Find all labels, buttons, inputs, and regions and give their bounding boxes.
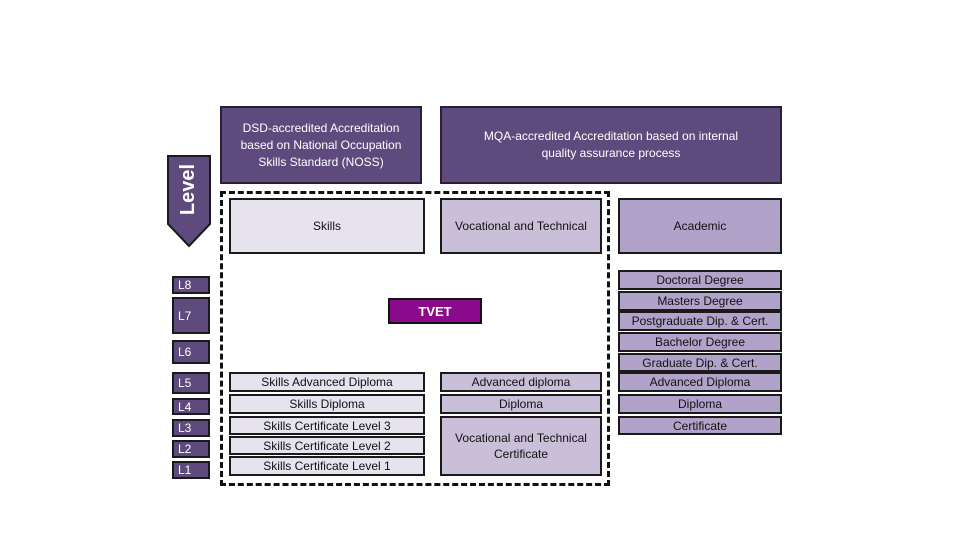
academic-item-label: Bachelor Degree <box>654 335 746 349</box>
level-label: L2 <box>178 442 192 456</box>
mqa-header-text: MQA-accredited Accreditation based on in… <box>483 129 739 160</box>
mqa-header: MQA-accredited Accreditation based on in… <box>440 106 782 184</box>
level-label: L3 <box>178 421 192 435</box>
level-label: L6 <box>178 345 192 359</box>
category-academic: Academic <box>618 198 782 254</box>
skills-item-label: Skills Advanced Diploma <box>261 375 393 389</box>
vocational-item: Diploma <box>440 394 602 414</box>
vocational-item: Advanced diploma <box>440 372 602 392</box>
level-l2: L2 <box>172 440 210 458</box>
level-l5: L5 <box>172 372 210 394</box>
skills-item: Skills Certificate Level 1 <box>229 456 425 476</box>
tvet-label-box: TVET <box>388 298 482 324</box>
academic-item: Certificate <box>618 416 782 435</box>
tvet-label: TVET <box>418 303 452 319</box>
level-label: L4 <box>178 399 192 414</box>
skills-item-label: Skills Certificate Level 2 <box>263 438 391 453</box>
vocational-item-label: Diploma <box>498 397 543 411</box>
academic-item: Postgraduate Dip. & Cert. <box>618 311 782 331</box>
skills-item-label: Skills Diploma <box>289 397 365 411</box>
academic-item-label: Diploma <box>677 397 722 411</box>
dsd-header: DSD-accredited Accreditation based on Na… <box>220 106 422 184</box>
level-label: L5 <box>178 376 192 390</box>
level-arrow: Level <box>166 154 212 224</box>
academic-item: Graduate Dip. & Cert. <box>618 353 782 372</box>
level-l6: L6 <box>172 340 210 364</box>
skills-item: Skills Certificate Level 3 <box>229 416 425 435</box>
category-skills-label: Skills <box>312 219 341 233</box>
academic-item: Doctoral Degree <box>618 270 782 290</box>
category-vocational-label: Vocational and Technical <box>455 219 587 233</box>
level-l4: L4 <box>172 398 210 415</box>
academic-item-label: Advanced Diploma <box>649 375 751 389</box>
skills-item: Skills Certificate Level 2 <box>229 436 425 455</box>
skills-item: Skills Advanced Diploma <box>229 372 425 392</box>
level-l3: L3 <box>172 419 210 437</box>
academic-item-label: Graduate Dip. & Cert. <box>642 355 758 370</box>
level-l7: L7 <box>172 297 210 334</box>
academic-item: Masters Degree <box>618 291 782 311</box>
level-arrow-label: Level <box>177 163 200 215</box>
level-l8: L8 <box>172 276 210 294</box>
skills-item-label: Skills Certificate Level 1 <box>263 459 391 473</box>
category-skills: Skills <box>229 198 425 254</box>
level-l1: L1 <box>172 461 210 479</box>
dsd-header-text: DSD-accredited Accreditation based on Na… <box>240 120 402 169</box>
academic-item-label: Doctoral Degree <box>656 273 744 287</box>
skills-item-label: Skills Certificate Level 3 <box>263 418 391 433</box>
academic-item: Bachelor Degree <box>618 332 782 352</box>
category-vocational: Vocational and Technical <box>440 198 602 254</box>
academic-item-label: Masters Degree <box>657 294 743 308</box>
level-label: L8 <box>178 278 192 292</box>
category-academic-label: Academic <box>673 219 727 233</box>
academic-item-label: Postgraduate Dip. & Cert. <box>631 314 769 328</box>
academic-item: Diploma <box>618 394 782 414</box>
skills-item: Skills Diploma <box>229 394 425 414</box>
academic-item: Advanced Diploma <box>618 372 782 392</box>
vocational-item: Vocational and Technical Certificate <box>440 416 602 476</box>
academic-item-label: Certificate <box>672 418 728 433</box>
level-label: L7 <box>178 308 192 323</box>
vocational-item-label: Vocational and Technical Certificate <box>455 431 587 461</box>
level-label: L1 <box>178 463 192 477</box>
vocational-item-label: Advanced diploma <box>471 375 571 389</box>
